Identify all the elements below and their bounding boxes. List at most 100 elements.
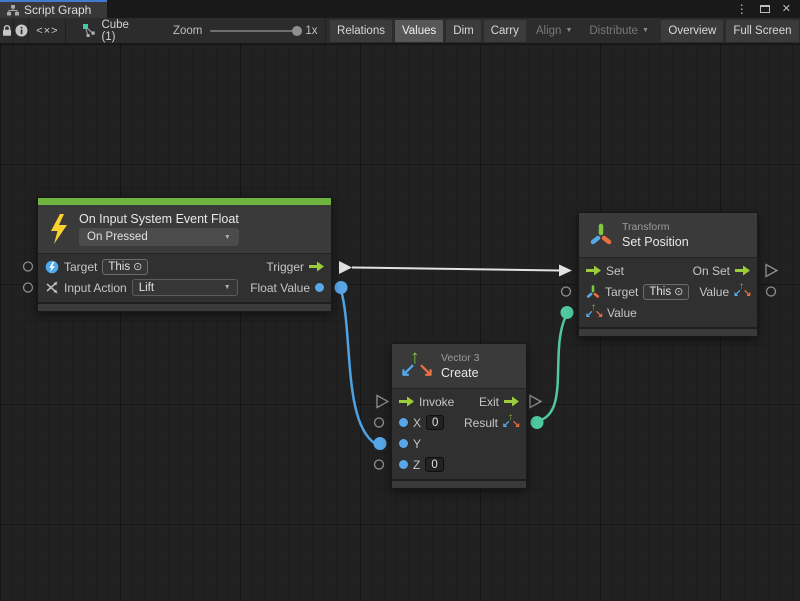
port-result-out[interactable] bbox=[531, 416, 544, 429]
port-transform-value-in[interactable] bbox=[561, 306, 574, 319]
event-target-object-pill[interactable]: This ⊙ bbox=[102, 259, 148, 275]
transform-node-category: Transform bbox=[622, 221, 689, 233]
node-transform-set-position[interactable]: Transform Set Position Set On Set bbox=[578, 212, 758, 337]
align-label: Align bbox=[536, 20, 562, 42]
graph-canvas[interactable]: On Input System Event Float On Pressed ▼ bbox=[0, 44, 800, 601]
x-value-field[interactable]: 0 bbox=[426, 415, 444, 430]
node-vector3-create[interactable]: ↑ ↙ ↘ Vector 3 Create Invoke Exit bbox=[391, 343, 527, 489]
vector3-port-icon[interactable]: ↑ ↙ ↘ bbox=[586, 305, 602, 320]
event-target-row: Target This ⊙ Trigger bbox=[38, 256, 331, 277]
align-button[interactable]: Align ▼ bbox=[529, 20, 580, 42]
flow-arrow-icon bbox=[586, 265, 601, 276]
vector-node-category: Vector 3 bbox=[441, 352, 480, 364]
input-system-icon bbox=[45, 260, 59, 274]
graph-tab-icon bbox=[7, 5, 19, 16]
transform-value-in-label: Value bbox=[607, 306, 637, 320]
transform-target-object-pill[interactable]: This ⊙ bbox=[643, 284, 689, 300]
port-invoke-in[interactable] bbox=[377, 396, 388, 408]
info-button[interactable] bbox=[14, 18, 29, 43]
y-port-icon[interactable] bbox=[399, 439, 408, 448]
trigger-label: Trigger bbox=[266, 260, 304, 274]
transform-node-header: Transform Set Position bbox=[579, 213, 757, 258]
vector3-port-icon[interactable]: ↑ ↙ ↘ bbox=[734, 284, 750, 299]
port-transform-valueout[interactable] bbox=[767, 287, 776, 296]
x-port-icon[interactable] bbox=[399, 418, 408, 427]
object-target-icon: ⊙ bbox=[133, 260, 142, 273]
port-trigger-out[interactable] bbox=[339, 261, 352, 274]
flow-arrow-icon bbox=[309, 261, 324, 272]
values-button[interactable]: Values bbox=[395, 20, 443, 42]
chevron-down-icon: ▼ bbox=[216, 234, 231, 241]
graph-name-label: Cube (1) bbox=[101, 19, 129, 43]
port-z-in[interactable] bbox=[375, 460, 384, 469]
vector-invoke-row: Invoke Exit bbox=[392, 391, 526, 412]
input-action-dropdown[interactable]: Lift ▼ bbox=[132, 279, 238, 296]
input-action-label: Input Action bbox=[64, 281, 127, 295]
transform-icon bbox=[589, 223, 613, 247]
invoke-label: Invoke bbox=[419, 395, 454, 409]
lock-icon bbox=[1, 24, 13, 37]
input-action-icon bbox=[45, 281, 59, 294]
node-on-input-system-event-float[interactable]: On Input System Event Float On Pressed ▼ bbox=[37, 197, 332, 312]
window-menu-icon[interactable]: ⋮ bbox=[736, 3, 748, 15]
chevron-down-icon: ▼ bbox=[216, 284, 231, 291]
graph-asset-icon bbox=[83, 24, 96, 37]
carry-button[interactable]: Carry bbox=[484, 20, 526, 42]
port-set-in[interactable] bbox=[559, 265, 572, 277]
transform-mini-icon bbox=[586, 285, 600, 299]
zoom-slider-handle[interactable] bbox=[292, 26, 302, 36]
transform-node-body: Set On Set Target bbox=[579, 258, 757, 327]
lock-button[interactable] bbox=[0, 18, 14, 43]
z-value-field[interactable]: 0 bbox=[425, 457, 443, 472]
info-icon bbox=[15, 24, 28, 37]
code-icon: <×> bbox=[36, 25, 58, 37]
port-x-in[interactable] bbox=[375, 418, 384, 427]
event-input-action-row: Input Action Lift ▼ Float Value bbox=[38, 277, 331, 298]
fullscreen-button[interactable]: Full Screen bbox=[726, 20, 798, 42]
graph-breadcrumb[interactable]: Cube (1) bbox=[83, 19, 129, 43]
port-floatvalue-out[interactable] bbox=[335, 281, 348, 294]
float-value-port-icon[interactable] bbox=[315, 283, 324, 292]
script-graph-window: Script Graph ⋮ ✕ bbox=[0, 0, 800, 601]
transform-value-row: ↑ ↙ ↘ Value bbox=[579, 302, 757, 323]
close-icon[interactable]: ✕ bbox=[782, 4, 791, 15]
event-mode-dropdown[interactable]: On Pressed ▼ bbox=[79, 228, 239, 246]
event-accent-bar bbox=[38, 198, 331, 205]
distribute-button[interactable]: Distribute ▼ bbox=[582, 20, 656, 42]
vector-x-row: X 0 Result ↑ ↙ ↘ bbox=[392, 412, 526, 433]
vector-node-body: Invoke Exit X 0 Result ↑ ↙ bbox=[392, 389, 526, 479]
tab-title: Script Graph bbox=[24, 3, 91, 17]
port-exit-out[interactable] bbox=[530, 396, 541, 408]
y-label: Y bbox=[413, 437, 421, 451]
port-onset-out[interactable] bbox=[766, 265, 777, 277]
preview-code-button[interactable]: <×> bbox=[29, 18, 66, 43]
object-target-icon: ⊙ bbox=[674, 285, 683, 298]
z-port-icon[interactable] bbox=[399, 460, 408, 469]
port-transform-target-in[interactable] bbox=[562, 287, 571, 296]
zoom-control: Zoom 1x bbox=[173, 18, 326, 43]
wire-trigger-to-set[interactable] bbox=[352, 268, 559, 271]
vector-node-title: Create bbox=[441, 366, 480, 380]
result-label: Result bbox=[464, 416, 498, 430]
overview-button[interactable]: Overview bbox=[661, 20, 723, 42]
relations-button[interactable]: Relations bbox=[330, 20, 392, 42]
vector-z-row: Z 0 bbox=[392, 454, 526, 475]
zoom-slider[interactable] bbox=[210, 30, 298, 32]
input-action-value: Lift bbox=[139, 282, 154, 294]
port-y-in[interactable] bbox=[374, 437, 387, 450]
tab-script-graph[interactable]: Script Graph bbox=[0, 0, 107, 18]
wire-result-to-value[interactable] bbox=[537, 316, 566, 421]
zoom-label: Zoom bbox=[173, 25, 202, 37]
transform-target-label: Target bbox=[605, 285, 638, 299]
maximize-icon[interactable] bbox=[760, 5, 770, 13]
vector-node-footer bbox=[392, 479, 526, 488]
dim-button[interactable]: Dim bbox=[446, 20, 480, 42]
transform-target-row: Target This ⊙ Value ↑ ↙ ↘ bbox=[579, 281, 757, 302]
transform-node-title: Set Position bbox=[622, 235, 689, 249]
vector3-port-icon[interactable]: ↑ ↙ ↘ bbox=[503, 415, 519, 430]
wire-floatvalue-to-y[interactable] bbox=[341, 290, 375, 444]
chevron-down-icon: ▼ bbox=[642, 20, 649, 42]
port-event-inputaction-in[interactable] bbox=[24, 283, 33, 292]
z-label: Z bbox=[413, 458, 420, 472]
port-event-target-in[interactable] bbox=[24, 262, 33, 271]
